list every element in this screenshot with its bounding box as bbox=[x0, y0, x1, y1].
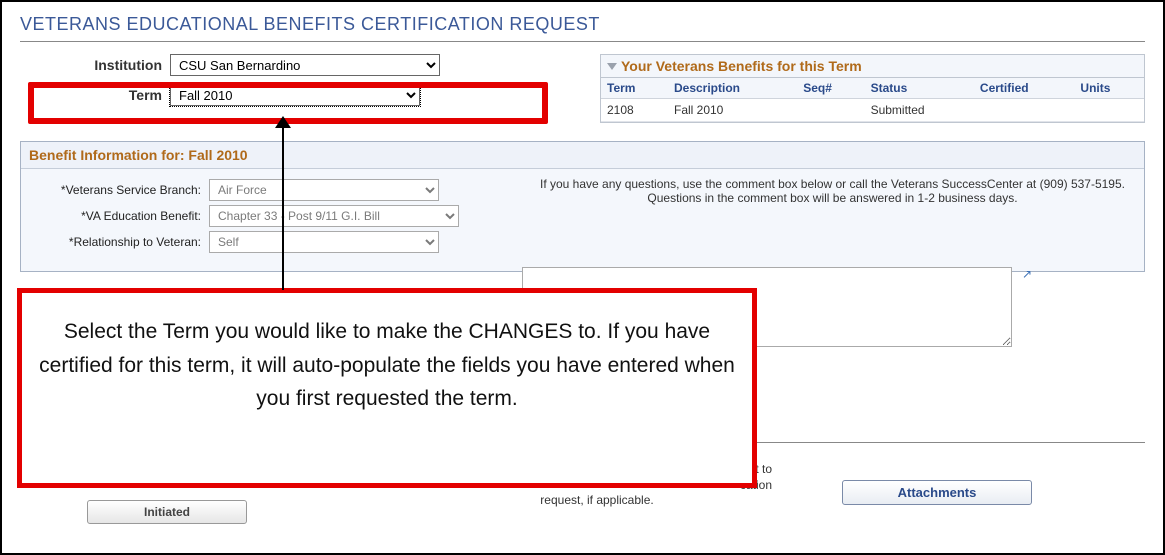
attachments-button[interactable]: Attachments bbox=[842, 480, 1032, 505]
col-units[interactable]: Units bbox=[1074, 78, 1144, 99]
cell-certified bbox=[974, 99, 1075, 122]
cell-units bbox=[1074, 99, 1144, 122]
relationship-label: *Relationship to Veteran: bbox=[29, 235, 209, 249]
table-row[interactable]: 2108 Fall 2010 Submitted bbox=[601, 99, 1144, 122]
popout-icon[interactable]: ↗ bbox=[1022, 267, 1036, 281]
help-text: If you have any questions, use the comme… bbox=[529, 175, 1136, 257]
relationship-select[interactable]: Self bbox=[209, 231, 439, 253]
term-select[interactable]: Fall 2010 bbox=[170, 84, 420, 106]
collapse-icon[interactable] bbox=[607, 63, 617, 70]
arrow-line bbox=[282, 122, 284, 290]
term-label: Term bbox=[60, 87, 170, 103]
va-benefit-select[interactable]: Chapter 33 - Post 9/11 G.I. Bill bbox=[209, 205, 459, 227]
cell-description: Fall 2010 bbox=[668, 99, 797, 122]
col-status[interactable]: Status bbox=[865, 78, 974, 99]
service-branch-select[interactable]: Air Force bbox=[209, 179, 439, 201]
callout-annotation: Select the Term you would like to make t… bbox=[17, 288, 757, 488]
cell-term: 2108 bbox=[601, 99, 668, 122]
col-description[interactable]: Description bbox=[668, 78, 797, 99]
page-title: VETERANS EDUCATIONAL BENEFITS CERTIFICAT… bbox=[20, 10, 1145, 42]
benefit-info-section: Benefit Information for: Fall 2010 *Vete… bbox=[20, 141, 1145, 272]
col-term[interactable]: Term bbox=[601, 78, 668, 99]
cell-status: Submitted bbox=[865, 99, 974, 122]
cell-seq bbox=[797, 99, 864, 122]
initiated-button[interactable]: Initiated bbox=[87, 500, 247, 524]
institution-label: Institution bbox=[60, 57, 170, 73]
institution-select[interactable]: CSU San Bernardino bbox=[170, 54, 440, 76]
service-branch-label: *Veterans Service Branch: bbox=[29, 183, 209, 197]
section-title: Benefit Information for: Fall 2010 bbox=[21, 142, 1144, 169]
benefits-panel-title: Your Veterans Benefits for this Term bbox=[621, 58, 862, 74]
col-certified[interactable]: Certified bbox=[974, 78, 1075, 99]
arrow-head-icon bbox=[275, 116, 291, 128]
va-benefit-label: *VA Education Benefit: bbox=[29, 209, 209, 223]
benefits-panel: Your Veterans Benefits for this Term Ter… bbox=[600, 54, 1145, 123]
col-seq[interactable]: Seq# bbox=[797, 78, 864, 99]
